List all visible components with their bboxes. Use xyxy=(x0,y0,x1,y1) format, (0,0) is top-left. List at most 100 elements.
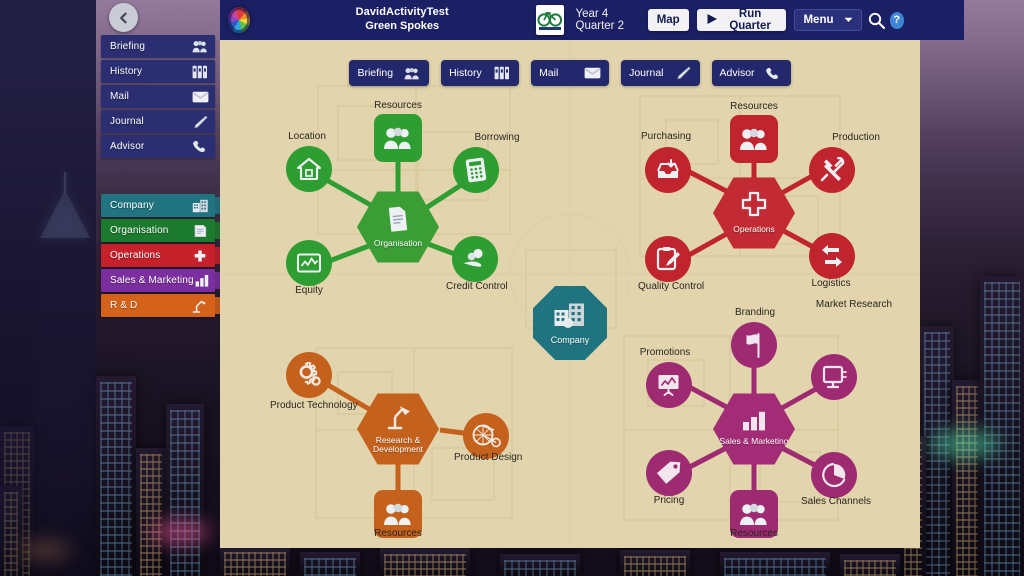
node-label-quality-control: Quality Control xyxy=(638,281,705,292)
tab-advisor[interactable]: Advisor xyxy=(711,60,791,86)
inbox-icon xyxy=(657,159,679,178)
app-window: Briefing History Mail Journal Advisor Co… xyxy=(0,0,1024,576)
sidebar-item-history[interactable]: History xyxy=(101,60,215,83)
search-button[interactable] xyxy=(868,12,885,29)
sidebar-item-mail[interactable]: Mail xyxy=(101,85,215,108)
node-label-product-technology: Product Technology xyxy=(270,400,358,411)
building xyxy=(166,404,204,576)
node-equity[interactable] xyxy=(286,240,332,286)
tab-history[interactable]: History xyxy=(441,60,520,86)
building xyxy=(840,554,900,576)
company-logo xyxy=(536,5,564,35)
sidebar-item-advisor[interactable]: Advisor xyxy=(101,135,215,158)
node-label-resources: Resources xyxy=(730,101,778,112)
node-label-pricing: Pricing xyxy=(653,495,685,506)
people-icon xyxy=(384,503,411,525)
node-sales-channels[interactable] xyxy=(811,452,857,498)
node-logistics[interactable] xyxy=(809,233,855,279)
sidebar-item-journal[interactable]: Journal xyxy=(101,110,215,133)
node-label-resources: Resources xyxy=(730,528,778,539)
node-production[interactable] xyxy=(809,147,855,193)
node-resources-organisation[interactable] xyxy=(374,114,422,162)
envelope-icon xyxy=(583,66,601,81)
barchart-icon xyxy=(194,273,210,289)
hub-label: Sales & Marketing xyxy=(719,436,789,447)
node-quality-control[interactable] xyxy=(645,236,691,282)
back-button[interactable] xyxy=(109,3,138,32)
sidebar-item-rnd[interactable]: R & D xyxy=(101,294,224,317)
document-icon xyxy=(385,205,411,238)
building xyxy=(380,548,470,576)
sidebar-item-label: History xyxy=(110,66,143,77)
sidebar-item-operations[interactable]: Operations xyxy=(101,244,224,267)
hub-label: Organisation xyxy=(373,238,423,249)
building xyxy=(980,276,1024,576)
pencil-icon xyxy=(674,66,692,81)
node-label-production: Production xyxy=(832,132,880,143)
play-icon xyxy=(706,13,718,28)
people-icon xyxy=(740,503,767,525)
sidebar-item-company[interactable]: Company xyxy=(101,194,224,217)
flag-icon xyxy=(746,333,760,358)
app-logo-icon[interactable] xyxy=(228,7,251,33)
sidebar-item-sales-marketing[interactable]: Sales & Marketing xyxy=(101,269,224,292)
header-bar: DavidActivityTest Green Spokes Year 4 Qu… xyxy=(220,0,964,40)
node-promotions[interactable] xyxy=(646,362,692,408)
node-pricing[interactable] xyxy=(646,450,692,496)
linechart-icon xyxy=(297,253,321,273)
node-product-technology[interactable] xyxy=(286,352,332,398)
phone-icon xyxy=(765,66,783,81)
tab-journal[interactable]: Journal xyxy=(621,60,700,86)
map-button[interactable]: Map xyxy=(647,9,689,31)
node-resources-operations[interactable] xyxy=(730,115,778,163)
menu-button[interactable]: Menu xyxy=(794,9,862,31)
sidebar-item-briefing[interactable]: Briefing xyxy=(101,35,215,58)
node-label-location: Location xyxy=(288,131,326,142)
buildings-icon xyxy=(553,302,587,333)
building xyxy=(500,554,580,576)
node-purchasing[interactable] xyxy=(645,147,691,193)
node-location[interactable] xyxy=(286,146,332,192)
chevron-left-icon xyxy=(119,12,127,23)
tab-mail[interactable]: Mail xyxy=(531,60,610,86)
node-label-equity: Equity xyxy=(295,285,323,296)
binders-icon xyxy=(191,64,209,80)
building xyxy=(300,552,360,576)
node-branding[interactable] xyxy=(731,322,777,368)
period-label: Year 4 Quarter 2 xyxy=(575,8,625,32)
node-label-purchasing: Purchasing xyxy=(640,131,692,142)
building xyxy=(620,550,690,576)
node-label-resources: Resources xyxy=(374,528,422,539)
node-label-resources: Resources xyxy=(374,100,422,111)
building xyxy=(952,380,982,576)
piechart-icon xyxy=(822,462,846,488)
tab-label: History xyxy=(449,67,482,79)
node-credit-control[interactable] xyxy=(452,236,498,282)
building xyxy=(720,552,830,576)
help-button[interactable]: ? xyxy=(889,11,904,29)
tab-briefing[interactable]: Briefing xyxy=(349,60,430,86)
monitor-icon xyxy=(822,365,847,389)
sidebar-item-label: Advisor xyxy=(110,141,145,152)
node-label-market-research: Market Research xyxy=(815,299,893,310)
menu-button-label: Menu xyxy=(803,14,834,26)
title-block: DavidActivityTest Green Spokes xyxy=(338,6,466,34)
run-quarter-button[interactable]: Run Quarter xyxy=(696,8,787,32)
sidebar-item-label: Operations xyxy=(110,250,161,261)
building xyxy=(96,376,136,576)
handcoins-icon xyxy=(463,248,483,267)
node-label-logistics: Logistics xyxy=(811,278,851,289)
sidebar-item-label: Briefing xyxy=(110,41,146,52)
help-label: ? xyxy=(893,14,901,26)
document-icon xyxy=(191,223,209,239)
node-borrowing[interactable] xyxy=(453,147,499,193)
node-market-research[interactable] xyxy=(811,354,857,400)
hub-label: Operations xyxy=(733,224,775,235)
sidebar-item-label: Organisation xyxy=(110,225,169,236)
people-icon xyxy=(403,66,421,81)
envelope-icon xyxy=(191,89,209,105)
sidebar-item-organisation[interactable]: Organisation xyxy=(101,219,224,242)
building xyxy=(136,448,166,576)
tab-label: Briefing xyxy=(357,67,394,79)
chevron-down-icon xyxy=(844,14,853,26)
